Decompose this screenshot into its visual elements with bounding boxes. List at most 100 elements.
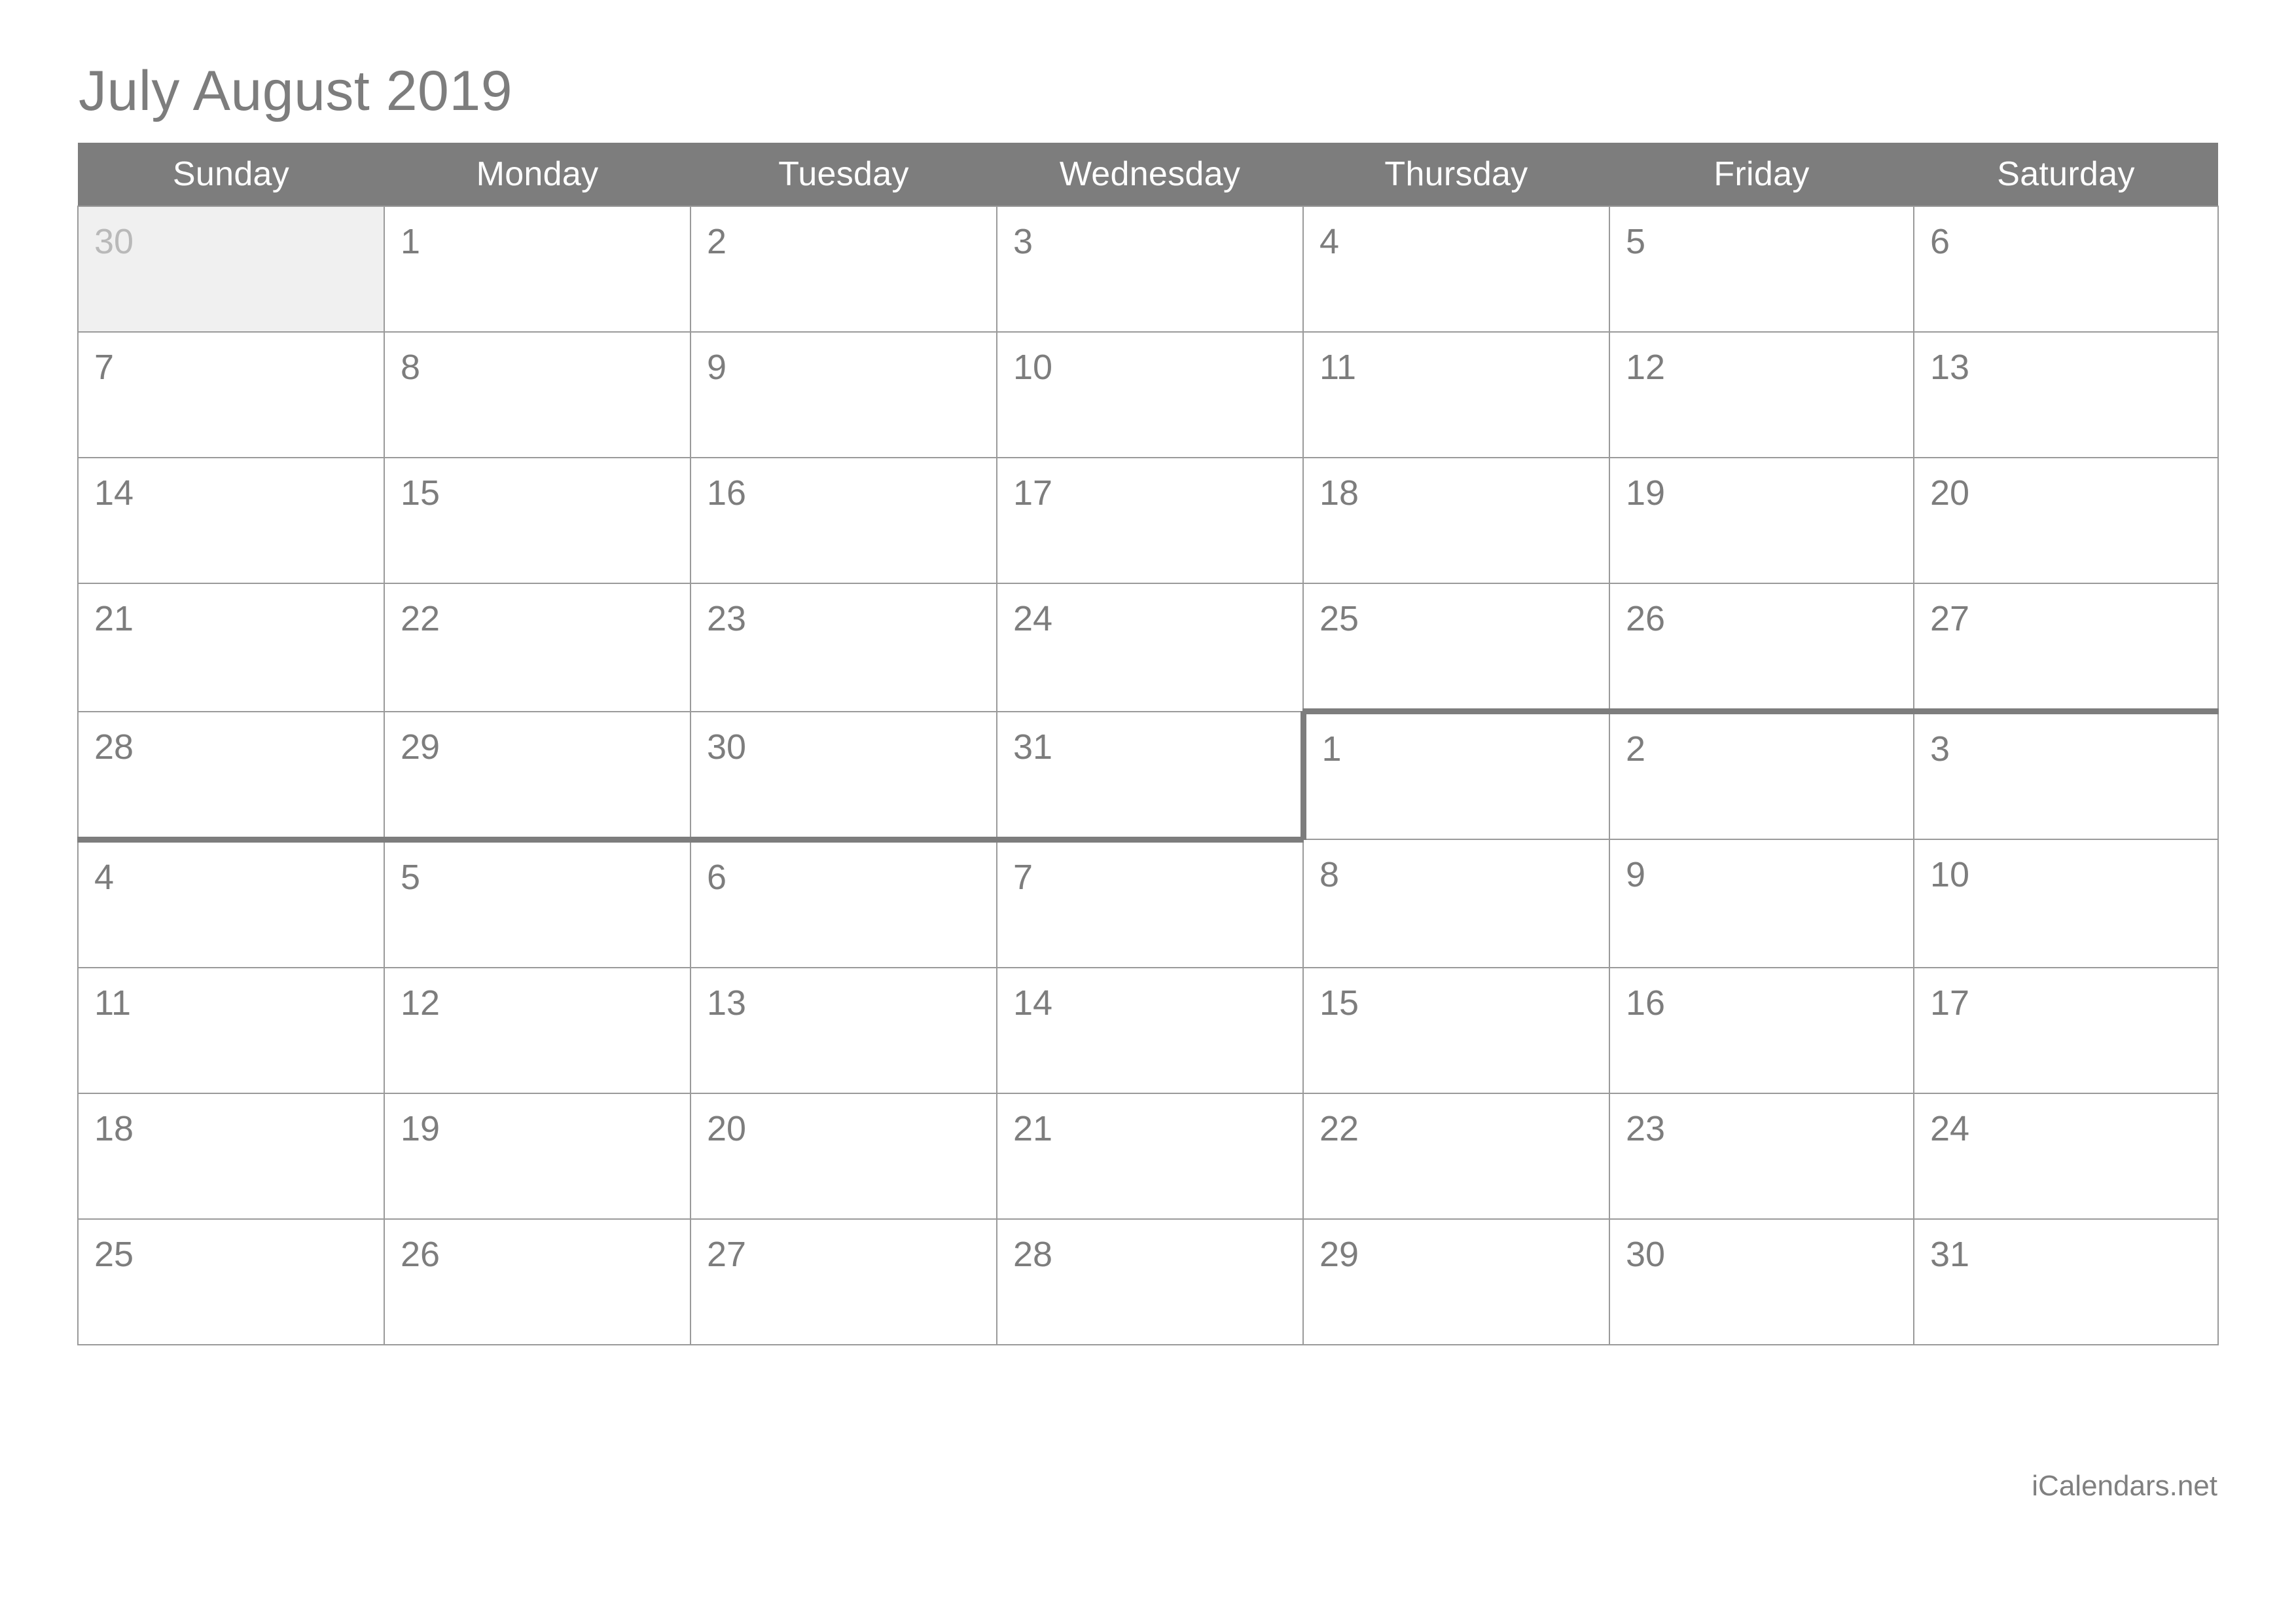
calendar-day-cell[interactable]: 20 (690, 1092, 997, 1220)
calendar-day-cell[interactable]: 24 (1913, 1092, 2219, 1220)
day-number: 15 (1319, 983, 1359, 1023)
calendar-day-cell[interactable]: 5 (384, 836, 691, 968)
day-number: 21 (1013, 1108, 1053, 1148)
calendar-day-cell[interactable]: 17 (996, 457, 1304, 584)
calendar-day-cell[interactable]: 29 (1302, 1218, 1610, 1345)
calendar-table: Sunday Monday Tuesday Wednesday Thursday Frid… (77, 143, 2219, 1345)
calendar-day-cell[interactable]: 4 (77, 836, 385, 968)
weekday-header-saturday: Saturday (1914, 143, 2218, 206)
calendar-week-row: 30 1 2 3 4 5 6 (77, 206, 2219, 333)
calendar-day-cell[interactable]: 22 (1302, 1092, 1610, 1220)
calendar-day-cell[interactable]: 23 (1609, 1092, 1914, 1220)
calendar-day-cell[interactable]: 8 (384, 331, 691, 458)
day-number: 28 (94, 727, 134, 767)
day-number: 22 (1319, 1108, 1359, 1148)
calendar-day-cell[interactable]: 14 (996, 966, 1304, 1094)
day-number: 18 (1319, 473, 1359, 513)
calendar-day-cell[interactable]: 1 (384, 206, 691, 333)
calendar-day-cell[interactable]: 4 (1302, 206, 1610, 333)
day-number: 19 (401, 1108, 440, 1148)
day-number: 27 (1930, 599, 1970, 638)
day-number: 20 (1930, 473, 1970, 513)
calendar-day-cell[interactable]: 11 (77, 966, 385, 1094)
calendar-day-cell[interactable]: 22 (384, 583, 691, 712)
calendar-day-cell[interactable]: 7 (996, 836, 1304, 968)
calendar-day-cell[interactable]: 2 (1609, 708, 1914, 840)
calendar-day-cell[interactable]: 25 (1302, 583, 1610, 714)
day-number: 30 (707, 727, 747, 767)
calendar-week-row: 28 29 30 31 1 2 3 (77, 708, 2219, 843)
calendar-day-cell[interactable]: 10 (996, 331, 1304, 458)
weekday-header-tuesday: Tuesday (691, 143, 997, 206)
calendar-day-cell[interactable]: 31 (996, 710, 1304, 843)
calendar-day-cell[interactable]: 3 (1913, 708, 2219, 840)
calendar-day-cell[interactable]: 18 (77, 1092, 385, 1220)
calendar-day-cell[interactable]: 19 (1609, 457, 1914, 584)
calendar-day-cell[interactable]: 13 (1913, 331, 2219, 458)
calendar-day-cell[interactable]: 16 (690, 457, 997, 584)
calendar-week-row: 21 22 23 24 25 26 27 (77, 583, 2219, 714)
calendar-day-cell[interactable]: 21 (996, 1092, 1304, 1220)
calendar-day-cell[interactable]: 27 (690, 1218, 997, 1345)
day-number: 20 (707, 1108, 747, 1148)
calendar-day-cell[interactable]: 17 (1913, 966, 2219, 1094)
calendar-week-row: 7 8 9 10 11 12 13 (77, 331, 2219, 458)
calendar-day-cell[interactable]: 21 (77, 583, 385, 712)
day-number: 4 (94, 857, 115, 897)
calendar-day-cell[interactable]: 3 (996, 206, 1304, 333)
day-number: 23 (707, 599, 747, 638)
calendar-day-cell[interactable]: 28 (77, 710, 385, 843)
calendar-day-cell[interactable]: 2 (690, 206, 997, 333)
calendar-day-cell[interactable]: 10 (1913, 839, 2219, 968)
calendar-day-cell[interactable]: 18 (1302, 457, 1610, 584)
calendar-day-cell[interactable]: 15 (1302, 966, 1610, 1094)
calendar-day-cell[interactable]: 30 (77, 206, 385, 333)
day-number: 5 (1626, 222, 1646, 261)
calendar-day-cell[interactable]: 26 (384, 1218, 691, 1345)
calendar-day-cell[interactable]: 15 (384, 457, 691, 584)
calendar-day-cell[interactable]: 6 (1913, 206, 2219, 333)
calendar-day-cell[interactable]: 12 (1609, 331, 1914, 458)
calendar-day-cell[interactable]: 27 (1913, 583, 2219, 714)
day-number: 7 (1013, 857, 1033, 897)
calendar-week-row: 14 15 16 17 18 19 20 (77, 457, 2219, 584)
calendar-day-cell[interactable]: 26 (1609, 583, 1914, 714)
calendar-day-cell[interactable]: 30 (1609, 1218, 1914, 1345)
calendar-day-cell[interactable]: 5 (1609, 206, 1914, 333)
calendar-day-cell[interactable]: 29 (384, 710, 691, 843)
calendar-day-cell[interactable]: 20 (1913, 457, 2219, 584)
day-number: 6 (1930, 222, 1950, 261)
calendar-day-cell[interactable]: 14 (77, 457, 385, 584)
day-number: 12 (401, 983, 440, 1023)
calendar-day-cell[interactable]: 28 (996, 1218, 1304, 1345)
calendar-day-cell[interactable]: 9 (690, 331, 997, 458)
day-number: 8 (1319, 855, 1340, 894)
day-number: 7 (94, 348, 115, 387)
calendar-day-cell[interactable]: 24 (996, 583, 1304, 712)
day-number: 27 (707, 1234, 747, 1274)
day-number: 12 (1626, 348, 1666, 387)
calendar-page: July August 2019 Sunday Monday Tuesday Wedn… (0, 0, 2296, 1623)
weekday-header-friday: Friday (1609, 143, 1914, 206)
calendar-day-cell[interactable]: 1 (1300, 708, 1610, 840)
calendar-day-cell[interactable]: 19 (384, 1092, 691, 1220)
calendar-day-cell[interactable]: 13 (690, 966, 997, 1094)
weekday-header-sunday: Sunday (78, 143, 384, 206)
day-number: 30 (1626, 1234, 1666, 1274)
calendar-day-cell[interactable]: 23 (690, 583, 997, 712)
calendar-day-cell[interactable]: 7 (77, 331, 385, 458)
day-number: 9 (707, 348, 727, 387)
calendar-day-cell[interactable]: 11 (1302, 331, 1610, 458)
calendar-day-cell[interactable]: 9 (1609, 839, 1914, 968)
site-credit: iCalendars.net (2032, 1470, 2217, 1502)
calendar-day-cell[interactable]: 25 (77, 1218, 385, 1345)
day-number: 1 (1321, 729, 1342, 769)
calendar-day-cell[interactable]: 16 (1609, 966, 1914, 1094)
calendar-day-cell[interactable]: 30 (690, 710, 997, 843)
calendar-day-cell[interactable]: 6 (690, 836, 997, 968)
calendar-day-cell[interactable]: 8 (1302, 839, 1610, 968)
calendar-day-cell[interactable]: 31 (1913, 1218, 2219, 1345)
day-number: 17 (1930, 983, 1970, 1023)
day-number: 21 (94, 599, 134, 638)
calendar-day-cell[interactable]: 12 (384, 966, 691, 1094)
